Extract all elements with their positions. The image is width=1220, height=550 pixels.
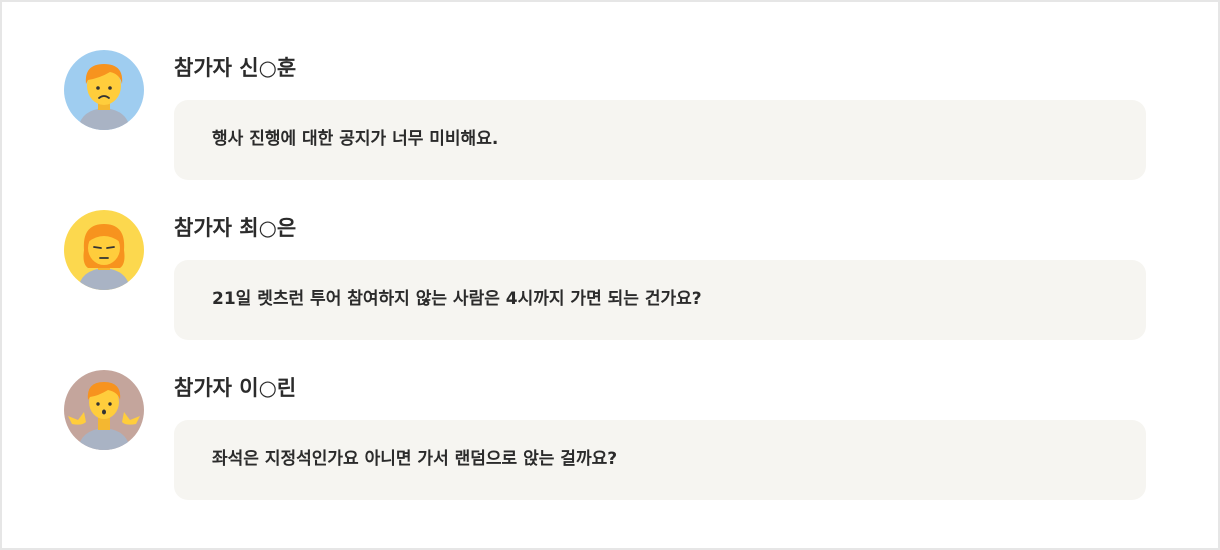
- comment-text: 행사 진행에 대한 공지가 너무 미비해요.: [212, 129, 499, 149]
- comment-text: 21일 렛츠런 투어 참여하지 않는 사람은 4시까지 가면 되는 건가요?: [212, 289, 702, 309]
- comment-item: 참가자 신○훈 행사 진행에 대한 공지가 너무 미비해요.: [64, 50, 1146, 182]
- comment-bubble: 좌석은 지정석인가요 아니면 가서 랜덤으로 앉는 걸까요?: [174, 420, 1146, 500]
- avatar: [64, 50, 144, 130]
- participant-name: 참가자 신○훈: [174, 56, 297, 80]
- shrugging-person-icon: [64, 370, 144, 450]
- avatar: [64, 210, 144, 290]
- comment-item: 참가자 이○린 좌석은 지정석인가요 아니면 가서 랜덤으로 앉는 걸까요?: [64, 370, 1146, 502]
- comments-panel: 참가자 신○훈 행사 진행에 대한 공지가 너무 미비해요. 참가자 최○은 2…: [0, 0, 1220, 550]
- frowning-person-icon: [64, 50, 144, 130]
- comment-item: 참가자 최○은 21일 렛츠런 투어 참여하지 않는 사람은 4시까지 가면 되…: [64, 210, 1146, 342]
- participant-name: 참가자 이○린: [174, 376, 297, 400]
- participant-name: 참가자 최○은: [174, 216, 297, 240]
- comment-bubble: 행사 진행에 대한 공지가 너무 미비해요.: [174, 100, 1146, 180]
- avatar: [64, 370, 144, 450]
- annoyed-person-icon: [64, 210, 144, 290]
- comment-bubble: 21일 렛츠런 투어 참여하지 않는 사람은 4시까지 가면 되는 건가요?: [174, 260, 1146, 340]
- comment-text: 좌석은 지정석인가요 아니면 가서 랜덤으로 앉는 걸까요?: [212, 449, 618, 469]
